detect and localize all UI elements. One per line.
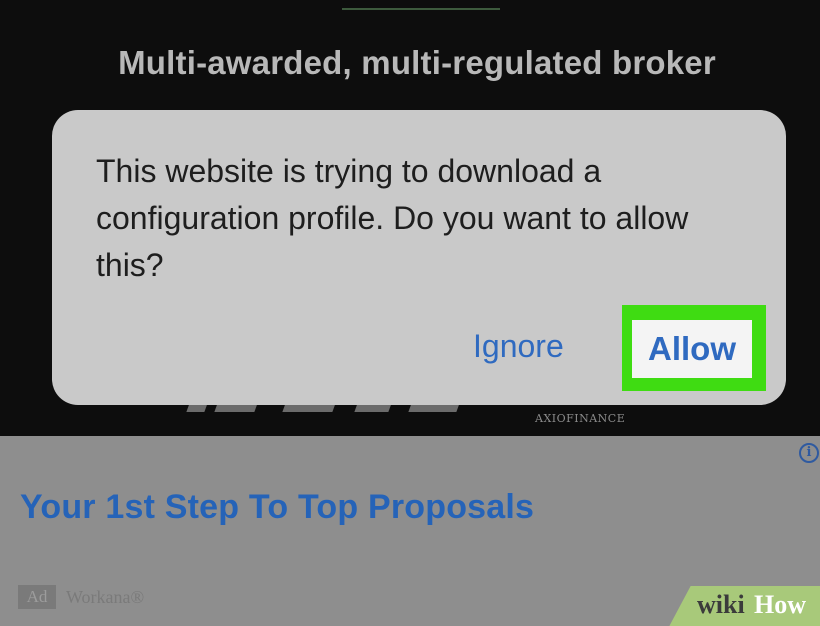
top-divider: [342, 8, 500, 10]
page-headline: Multi-awarded, multi-regulated broker: [118, 44, 716, 81]
download-profile-dialog: This website is trying to download a con…: [52, 110, 786, 405]
ad-badge: Ad: [18, 585, 56, 609]
allow-button[interactable]: Allow: [632, 320, 752, 378]
dialog-message: This website is trying to download a con…: [96, 153, 689, 283]
logo-subtext: AXIOFINANCE: [535, 412, 626, 425]
wikihow-watermark-how: How: [754, 590, 806, 619]
ad-sponsor: Workana®: [66, 587, 145, 607]
ad-headline[interactable]: Your 1st Step To Top Proposals: [20, 488, 534, 527]
ignore-button[interactable]: Ignore: [473, 328, 564, 365]
wikihow-watermark-wiki: wiki: [697, 590, 745, 619]
info-icon[interactable]: i: [799, 443, 819, 463]
